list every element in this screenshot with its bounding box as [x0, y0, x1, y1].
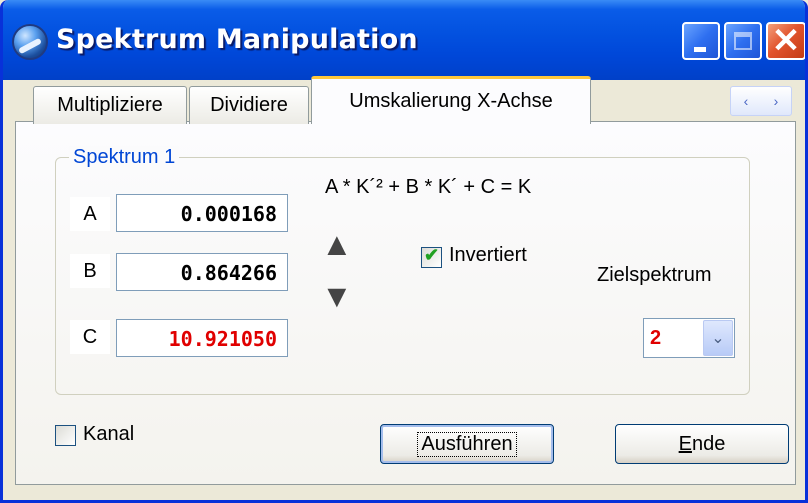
tab-scroll-buttons: ‹ › — [730, 86, 792, 116]
title-bar[interactable]: Spektrum Manipulation ✕ — [3, 0, 805, 80]
kanal-label: Kanal — [83, 423, 135, 445]
zielspektrum-label: Zielspektrum — [597, 264, 712, 286]
tab-dividiere[interactable]: Dividiere — [189, 86, 309, 124]
invertiert-checkbox[interactable] — [421, 245, 442, 268]
spectrum-app-icon — [12, 24, 48, 60]
group-label: Spektrum 1 — [69, 146, 180, 169]
formula-text: A * K´² + B * K´ + C = K — [325, 176, 532, 198]
maximize-button — [724, 22, 762, 60]
dialog-window: Spektrum Manipulation ✕ Multipliziere Di… — [0, 0, 808, 503]
ende-label: Ende — [678, 432, 726, 455]
param-b-label: B — [70, 254, 110, 288]
param-c-label: C — [70, 320, 110, 354]
zielspektrum-select[interactable]: 2 ⌄ — [643, 318, 735, 358]
tab-multipliziere[interactable]: Multipliziere — [33, 86, 187, 124]
tab-strip: Multipliziere Dividiere Umskalierung X-A… — [3, 74, 805, 124]
param-a-label: A — [70, 197, 110, 231]
close-button[interactable]: ✕ — [766, 22, 805, 60]
window-title: Spektrum Manipulation — [56, 24, 418, 55]
ausfuehren-button[interactable]: Ausführen — [380, 424, 554, 464]
invertiert-label: Invertiert — [449, 244, 527, 266]
ausfuehren-label: Ausführen — [417, 431, 517, 457]
tab-umskalierung-x-achse[interactable]: Umskalierung X-Achse — [311, 76, 591, 124]
param-a-field[interactable]: 0.000168 — [116, 194, 288, 232]
arrow-down-icon[interactable]: ▼ — [321, 280, 353, 312]
chevron-down-icon[interactable]: ⌄ — [703, 320, 733, 356]
close-icon: ✕ — [771, 22, 801, 60]
param-b-field[interactable]: 0.864266 — [116, 253, 288, 291]
scroll-left-icon[interactable]: ‹ — [744, 93, 749, 109]
zielspektrum-value: 2 — [650, 327, 662, 349]
kanal-checkbox[interactable] — [55, 425, 76, 446]
arrow-up-icon[interactable]: ▲ — [321, 228, 353, 260]
param-c-field[interactable]: 10.921050 — [116, 319, 288, 357]
minimize-button[interactable] — [682, 22, 720, 60]
scroll-right-icon[interactable]: › — [774, 93, 779, 109]
ende-button[interactable]: Ende — [615, 424, 789, 464]
